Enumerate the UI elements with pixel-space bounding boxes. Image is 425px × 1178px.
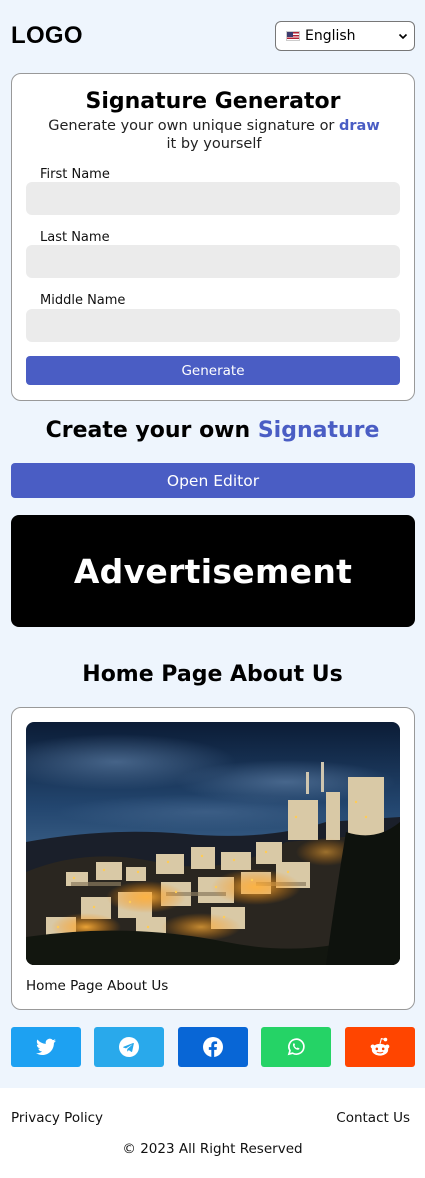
about-caption: Home Page About Us	[26, 978, 169, 994]
middle-name-input[interactable]	[26, 309, 400, 342]
first-name-input[interactable]	[26, 182, 400, 215]
header: LOGO English	[0, 0, 425, 72]
first-name-label: First Name	[40, 167, 110, 182]
twitter-icon	[36, 1038, 56, 1055]
copyright: © 2023 All Right Reserved	[122, 1141, 303, 1157]
whatsapp-icon	[287, 1038, 305, 1056]
last-name-label: Last Name	[40, 230, 110, 245]
reddit-share-button[interactable]	[345, 1027, 415, 1067]
privacy-policy-link[interactable]: Privacy Policy	[11, 1110, 103, 1126]
generator-title: Signature Generator	[85, 89, 341, 114]
facebook-icon	[203, 1037, 223, 1057]
advertisement-banner[interactable]: Advertisement	[11, 515, 415, 627]
twitter-share-button[interactable]	[11, 1027, 81, 1067]
create-heading: Create your own Signature	[0, 418, 425, 443]
us-flag-icon	[286, 31, 300, 41]
subtitle-text-end: it by yourself	[166, 136, 262, 152]
open-editor-button[interactable]: Open Editor	[11, 463, 415, 498]
middle-name-label: Middle Name	[40, 293, 126, 308]
generator-subtitle: Generate your own unique signature or dr…	[42, 117, 386, 153]
last-name-input[interactable]	[26, 245, 400, 278]
about-heading: Home Page About Us	[82, 662, 343, 687]
subtitle-text: Generate your own unique signature or	[48, 118, 340, 134]
telegram-icon	[119, 1037, 139, 1057]
generate-button[interactable]: Generate	[26, 356, 400, 385]
facebook-share-button[interactable]	[178, 1027, 248, 1067]
logo[interactable]: LOGO	[11, 22, 83, 50]
about-image	[26, 722, 400, 965]
signature-generator-card: Signature Generator Generate your own un…	[11, 73, 415, 401]
contact-us-link[interactable]: Contact Us	[336, 1110, 410, 1126]
create-heading-text: Create your own	[45, 418, 258, 443]
draw-link[interactable]: draw	[339, 118, 380, 134]
reddit-icon	[370, 1037, 390, 1056]
language-select[interactable]: English	[275, 21, 415, 51]
create-heading-accent: Signature	[257, 418, 380, 443]
telegram-share-button[interactable]	[94, 1027, 164, 1067]
whatsapp-share-button[interactable]	[261, 1027, 331, 1067]
language-selected: English	[305, 28, 356, 44]
about-card: Home Page About Us	[11, 707, 415, 1010]
chevron-down-icon	[398, 33, 408, 40]
night-city-image	[26, 722, 400, 965]
